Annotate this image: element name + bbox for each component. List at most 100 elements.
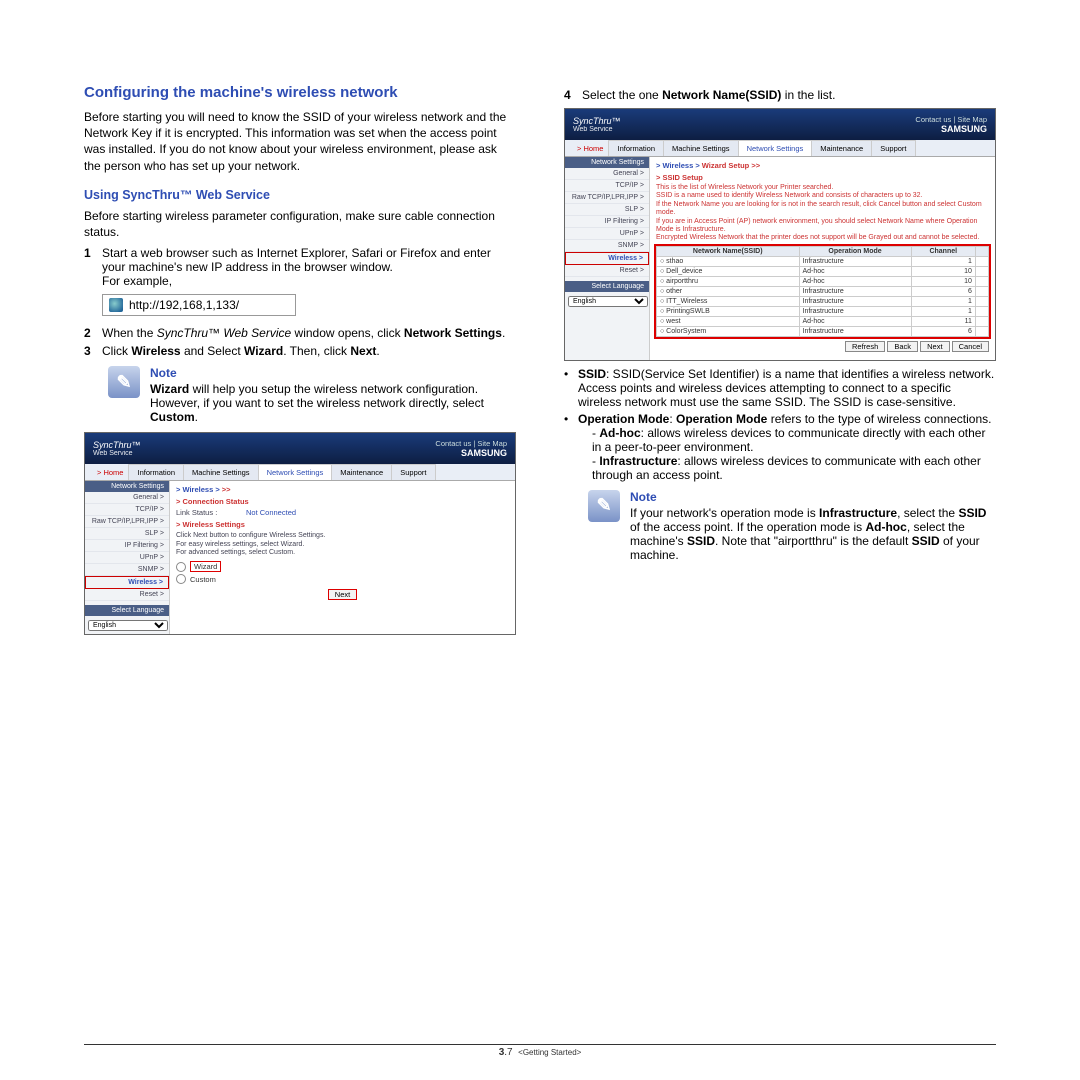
table-row[interactable]: ○ sthaoInfrastructure1 — [657, 256, 989, 266]
table-row[interactable]: ○ otherInfrastructure6 — [657, 286, 989, 296]
screenshot-ssid: SyncThru™ Web Service Contact us | Site … — [564, 108, 996, 361]
left-column: Configuring the machine's wireless netwo… — [84, 84, 516, 641]
sub-infra: - Infrastructure: allows wireless device… — [592, 454, 996, 482]
table-row[interactable]: ○ airportthruAd-hoc10 — [657, 276, 989, 286]
side-wireless[interactable]: Wireless > — [85, 576, 169, 589]
right-column: 4 Select the one Network Name(SSID) in t… — [564, 84, 996, 641]
link-status: Link Status : Not Connected — [176, 508, 509, 517]
sidebar-head: Network Settings — [85, 481, 169, 492]
section-conn-status: > Connection Status — [176, 497, 509, 506]
tab-network-settings[interactable]: Network Settings — [738, 140, 813, 156]
note-icon: ✎ — [108, 366, 140, 398]
globe-icon — [109, 298, 123, 312]
tab-home[interactable]: > Home — [91, 465, 129, 480]
note-label: Note — [630, 490, 996, 504]
app-title: SyncThru™ Web Service — [93, 440, 141, 457]
tab-machine-settings[interactable]: Machine Settings — [183, 464, 259, 480]
tab-support[interactable]: Support — [871, 140, 915, 156]
intro: Before starting you will need to know th… — [84, 109, 516, 174]
note-label: Note — [150, 366, 516, 380]
side-raw[interactable]: Raw TCP/IP,LPR,IPP > — [565, 192, 649, 204]
sidebar-lang-head: Select Language — [565, 281, 649, 292]
breadcrumb: > Wireless > >> — [176, 485, 509, 494]
note-1: ✎ Note Wizard will help you setup the wi… — [108, 366, 516, 424]
tab-network-settings[interactable]: Network Settings — [258, 464, 333, 480]
app-meta: Contact us | Site Map — [435, 439, 507, 448]
next-button[interactable]: Next — [328, 589, 357, 600]
tab-home[interactable]: > Home — [571, 141, 609, 156]
next-button[interactable]: Next — [920, 341, 949, 352]
language-select[interactable]: English — [88, 620, 168, 631]
table-row[interactable]: ○ ITT_WirelessInfrastructure1 — [657, 296, 989, 306]
side-ipfilter[interactable]: IP Filtering > — [565, 216, 649, 228]
url-text: http://192,168,1,133/ — [129, 298, 239, 312]
side-tcpip[interactable]: TCP/IP > — [565, 180, 649, 192]
step-2-text: When the SyncThru™ Web Service window op… — [102, 326, 516, 340]
step-4-text: Select the one Network Name(SSID) in the… — [582, 88, 996, 102]
ssid-buttons: Refresh Back Next Cancel — [656, 337, 989, 356]
wizard-blurb: Click Next button to configure Wireless … — [176, 532, 509, 557]
th-name: Network Name(SSID) — [657, 246, 800, 256]
sidebar: Network Settings General > TCP/IP > Raw … — [85, 481, 170, 634]
table-row[interactable]: ○ Dell_deviceAd-hoc10 — [657, 266, 989, 276]
ssid-table: Network Name(SSID) Operation Mode Channe… — [656, 246, 989, 337]
sidebar-lang-head: Select Language — [85, 605, 169, 616]
side-slp[interactable]: SLP > — [85, 528, 169, 540]
table-row[interactable]: ○ westAd-hoc11 — [657, 316, 989, 326]
tab-maintenance[interactable]: Maintenance — [811, 140, 872, 156]
side-ipfilter[interactable]: IP Filtering > — [85, 540, 169, 552]
language-select[interactable]: English — [568, 296, 648, 307]
tab-support[interactable]: Support — [391, 464, 435, 480]
bullet-opmode: Operation Mode: Operation Mode refers to… — [564, 412, 996, 482]
ssid-hints: This is the list of Wireless Network you… — [656, 184, 989, 243]
step-4-num: 4 — [564, 88, 582, 102]
tab-maintenance[interactable]: Maintenance — [331, 464, 392, 480]
tab-information[interactable]: Information — [128, 464, 184, 480]
side-snmp[interactable]: SNMP > — [85, 564, 169, 576]
side-general[interactable]: General > — [565, 168, 649, 180]
tab-machine-settings[interactable]: Machine Settings — [663, 140, 739, 156]
back-button[interactable]: Back — [887, 341, 918, 352]
step-1-num: 1 — [84, 246, 102, 322]
side-raw[interactable]: Raw TCP/IP,LPR,IPP > — [85, 516, 169, 528]
app-tabs: > Home Information Machine Settings Netw… — [85, 464, 515, 481]
tab-information[interactable]: Information — [608, 140, 664, 156]
note-icon: ✎ — [588, 490, 620, 522]
side-wireless[interactable]: Wireless > — [565, 252, 649, 265]
bullet-ssid: SSID: SSID(Service Set Identifier) is a … — [564, 367, 996, 409]
section-wireless-settings: > Wireless Settings — [176, 520, 509, 529]
step-2-num: 2 — [84, 326, 102, 340]
page-title: Configuring the machine's wireless netwo… — [84, 84, 516, 101]
page-footer: 3.7 <Getting Started> — [0, 1044, 1080, 1058]
section-ssid-setup: > SSID Setup — [656, 173, 989, 182]
side-upnp[interactable]: UPnP > — [85, 552, 169, 564]
th-channel: Channel — [911, 246, 975, 256]
table-row[interactable]: ○ PrintingSWLBInfrastructure1 — [657, 306, 989, 316]
note-2: ✎ Note If your network's operation mode … — [588, 490, 996, 562]
side-upnp[interactable]: UPnP > — [565, 228, 649, 240]
side-snmp[interactable]: SNMP > — [565, 240, 649, 252]
screenshot-wizard: SyncThru™ Web Service Contact us | Site … — [84, 432, 516, 635]
app2-title: SyncThru™ Web Service — [573, 116, 621, 133]
step-3-num: 3 — [84, 344, 102, 358]
subheading: Using SyncThru™ Web Service — [84, 188, 516, 202]
cancel-button[interactable]: Cancel — [952, 341, 989, 352]
side-reset[interactable]: Reset > — [85, 589, 169, 601]
table-row[interactable]: ○ ColorSystemInfrastructure6 — [657, 326, 989, 336]
radio-wizard[interactable]: Wizard — [176, 560, 509, 573]
app2-meta: Contact us | Site Map — [915, 115, 987, 124]
app2-tabs: > Home Information Machine Settings Netw… — [565, 140, 995, 157]
th-mode: Operation Mode — [799, 246, 911, 256]
step-3-text: Click Wireless and Select Wizard. Then, … — [102, 344, 516, 358]
side-tcpip[interactable]: TCP/IP > — [85, 504, 169, 516]
side-reset[interactable]: Reset > — [565, 265, 649, 277]
sidebar-head: Network Settings — [565, 157, 649, 168]
side-slp[interactable]: SLP > — [565, 204, 649, 216]
note-2-text: If your network's operation mode is Infr… — [630, 506, 996, 562]
subintro: Before starting wireless parameter confi… — [84, 208, 516, 240]
brand: SAMSUNG — [941, 124, 987, 134]
side-general[interactable]: General > — [85, 492, 169, 504]
url-example: http://192,168,1,133/ — [102, 294, 296, 316]
radio-custom[interactable]: Custom — [176, 573, 509, 585]
refresh-button[interactable]: Refresh — [845, 341, 885, 352]
